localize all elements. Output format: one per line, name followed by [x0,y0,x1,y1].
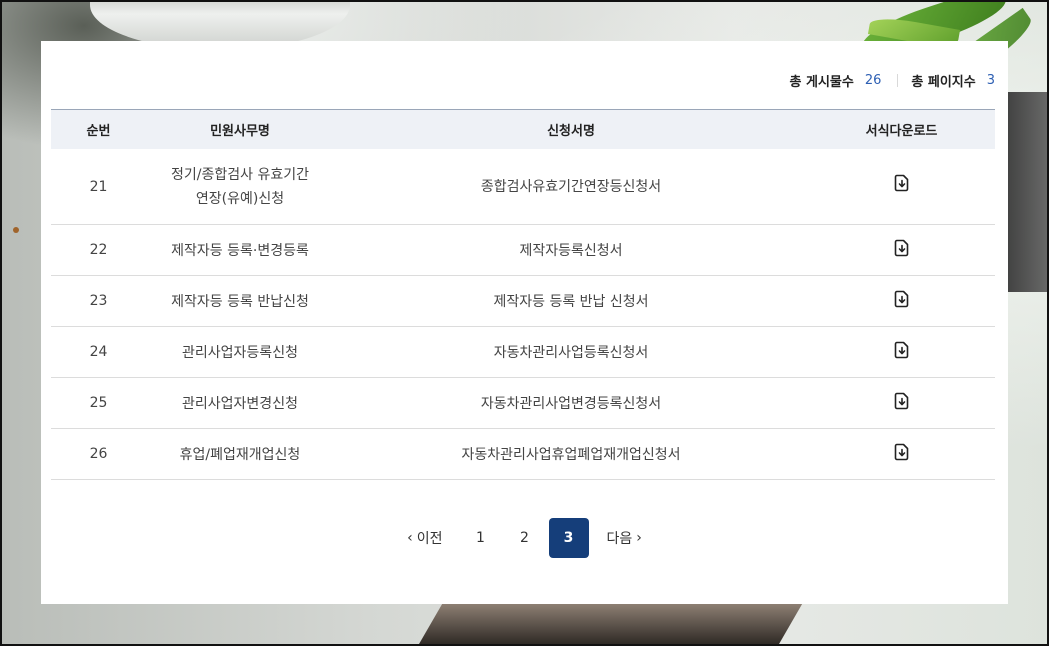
summary-divider [897,74,899,87]
row-download-cell [808,149,995,225]
forms-table: 순번 민원사무명 신청서명 서식다운로드 21 정기/종합검사 유효기간 연장(… [51,109,995,480]
table-row: 22 제작자등 등록·변경등록 제작자등록신청서 [51,225,995,276]
row-service-name: 제작자등 등록·변경등록 [171,243,309,259]
row-download-cell [808,429,995,480]
row-number: 22 [89,242,108,258]
chevron-right-icon: › [636,530,642,546]
row-number: 24 [89,344,108,360]
file-download-icon[interactable] [892,238,912,258]
column-header-form: 신청서명 [547,124,595,139]
prev-page-label: 이전 [416,531,443,547]
total-posts-count: 26 [864,73,882,88]
file-download-icon[interactable] [892,391,912,411]
table-row: 26 휴업/폐업재개업신청 자동차관리사업휴업폐업재개업신청서 [51,429,995,480]
chevron-left-icon: ‹ [407,530,413,546]
row-form-name: 제작자등 등록 반납 신청서 [493,294,649,310]
background-object [1004,92,1049,292]
page-link-3-current[interactable]: 3 [548,518,589,558]
row-number: 26 [89,446,108,462]
row-form-name: 자동차관리사업변경등록신청서 [480,396,662,412]
total-pages-label: 총 페이지수 [911,75,976,90]
row-service-name: 관리사업자변경신청 [182,396,298,412]
board-summary: 총 게시물수 26 총 페이지수 3 [790,71,995,90]
row-form-name: 종합검사유효기간연장등신청서 [480,178,662,195]
page-link-1[interactable]: 1 [461,518,501,558]
row-download-cell [808,225,995,276]
row-form-name: 제작자등록신청서 [519,243,623,259]
page-link-2[interactable]: 2 [505,518,545,558]
column-header-number: 순번 [86,124,111,139]
table-row: 21 정기/종합검사 유효기간 연장(유예)신청 종합검사유효기간연장등신청서 [51,149,995,225]
file-download-icon[interactable] [892,173,912,193]
next-page-link[interactable]: 다음 › [607,528,642,548]
row-service-name: 제작자등 등록 반납신청 [171,294,309,310]
background-object [417,604,803,646]
file-download-icon[interactable] [892,289,912,309]
file-download-icon[interactable] [892,442,912,462]
row-download-cell [808,276,995,327]
file-download-icon[interactable] [892,340,912,360]
row-number: 25 [89,395,108,411]
row-service-name: 휴업/폐업재개업신청 [179,447,301,463]
row-service-name-line2: 연장(유예)신청 [195,190,285,207]
row-service-name: 관리사업자등록신청 [182,345,298,361]
background-dot [13,227,19,233]
pagination: ‹ 이전 1 2 3 다음 › [41,518,1008,558]
row-form-name: 자동차관리사업등록신청서 [493,345,649,361]
column-header-service: 민원사무명 [210,124,270,139]
row-download-cell [808,327,995,378]
row-number: 21 [89,178,108,195]
row-download-cell [808,378,995,429]
prev-page-link[interactable]: ‹ 이전 [407,528,442,548]
row-service-name: 정기/종합검사 유효기간 연장(유예)신청 [146,149,334,225]
row-service-name-line1: 정기/종합검사 유효기간 [171,166,309,183]
table-row: 24 관리사업자등록신청 자동차관리사업등록신청서 [51,327,995,378]
column-header-download: 서식다운로드 [865,124,938,139]
row-number: 23 [89,293,108,309]
table-row: 23 제작자등 등록 반납신청 제작자등 등록 반납 신청서 [51,276,995,327]
table-row: 25 관리사업자변경신청 자동차관리사업변경등록신청서 [51,378,995,429]
row-form-name: 자동차관리사업휴업폐업재개업신청서 [461,447,681,463]
content-panel: 총 게시물수 26 총 페이지수 3 순번 민원사무명 신청서명 서식다운로드 … [41,41,1008,604]
table-header-row: 순번 민원사무명 신청서명 서식다운로드 [51,109,995,149]
total-posts-label: 총 게시물수 [789,75,854,90]
next-page-label: 다음 [606,531,633,547]
total-pages-count: 3 [986,73,995,88]
